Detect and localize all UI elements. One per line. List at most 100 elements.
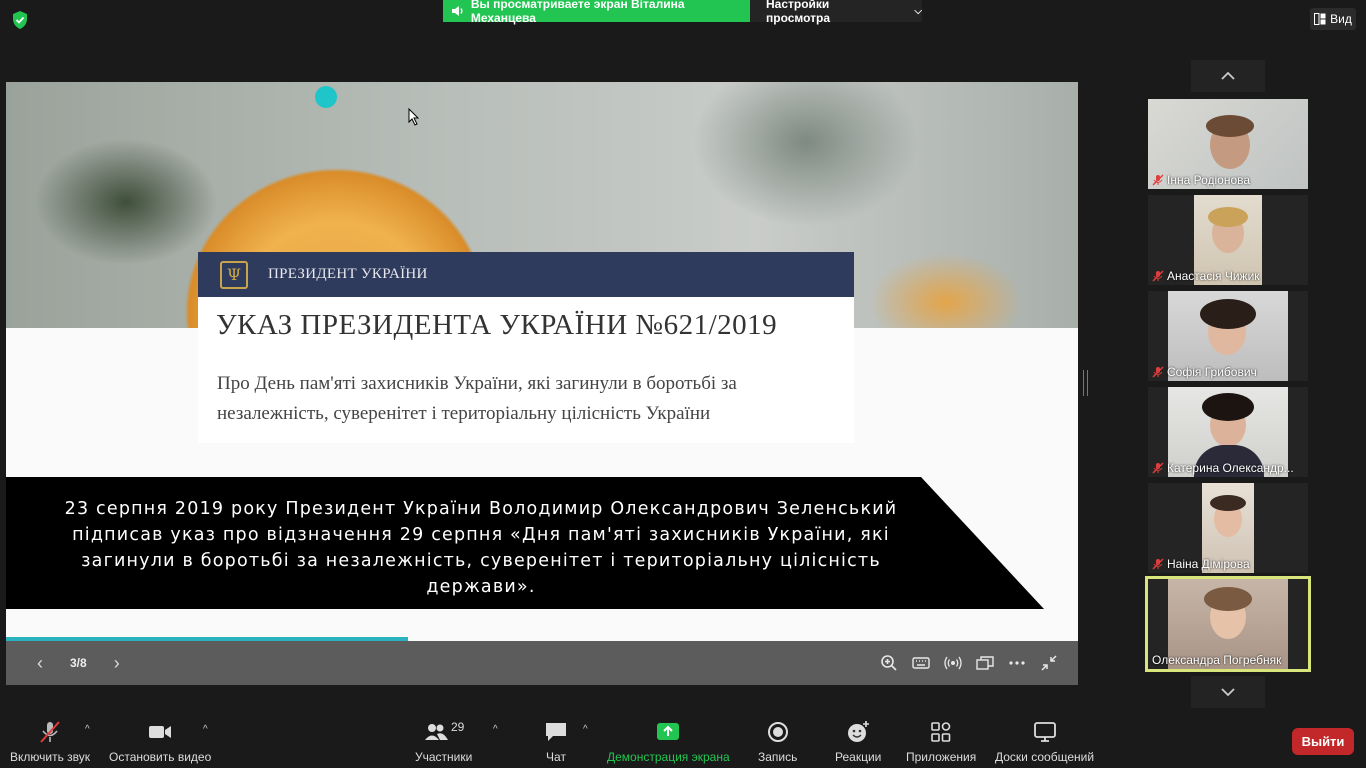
participant-tile[interactable]: Наіна Дімірова bbox=[1148, 483, 1308, 573]
view-options-dropdown[interactable]: Настройки просмотра ⌵ bbox=[750, 0, 922, 25]
unmute-label: Включить звук bbox=[10, 750, 91, 764]
view-options-label: Настройки просмотра bbox=[766, 0, 831, 25]
apps-icon bbox=[931, 722, 951, 742]
participant-name: Наіна Дімірова bbox=[1167, 557, 1250, 571]
audio-options-caret[interactable]: ^ bbox=[85, 724, 90, 735]
stop-video-button[interactable]: Остановить видео bbox=[109, 720, 211, 764]
next-slide-button[interactable]: › bbox=[107, 653, 127, 674]
participant-name-row: Олександра Погребняк bbox=[1152, 653, 1281, 667]
view-button[interactable]: Вид bbox=[1310, 8, 1356, 30]
speaker-icon bbox=[451, 6, 463, 16]
participant-name: Інна Родіонова bbox=[1167, 173, 1251, 187]
record-button[interactable]: Запись bbox=[758, 720, 797, 764]
participants-label: Участники bbox=[415, 750, 473, 764]
participant-hair bbox=[1204, 587, 1252, 611]
participant-name-row: Наіна Дімірова bbox=[1152, 557, 1250, 571]
participant-name: Катерина Олександр... bbox=[1167, 461, 1294, 475]
active-speaker-tile[interactable]: Олександра Погребняк bbox=[1145, 576, 1311, 672]
grid-view-icon bbox=[1314, 13, 1326, 25]
page-indicator: 3/8 bbox=[70, 656, 87, 670]
muted-mic-icon bbox=[1152, 558, 1164, 570]
participant-tile[interactable]: Інна Родіонова bbox=[1148, 99, 1308, 189]
smiley-icon bbox=[848, 721, 870, 742]
participant-hair bbox=[1208, 207, 1248, 227]
chat-options-caret[interactable]: ^ bbox=[583, 724, 588, 735]
participants-button[interactable]: 29 Участники bbox=[415, 720, 472, 764]
participant-name-row: Анастасія Чижик bbox=[1152, 269, 1260, 283]
share-screen-label: Демонстрация экрана bbox=[607, 750, 730, 764]
muted-mic-icon bbox=[1152, 366, 1164, 378]
caption-text: 23 серпня 2019 року Президент України Во… bbox=[64, 499, 898, 597]
mouse-cursor-icon bbox=[408, 108, 420, 126]
slide-control-bar: ‹ 3/8 › bbox=[6, 641, 1078, 685]
share-banner-text: Вы просматриваете экран Віталина Механце… bbox=[470, 0, 685, 25]
decree-subtitle: Про День пам'яті захисників України, які… bbox=[217, 373, 737, 424]
chat-label: Чат bbox=[546, 750, 566, 764]
scroll-up-button[interactable] bbox=[1191, 60, 1265, 92]
participants-count: 29 bbox=[450, 720, 465, 734]
chat-button[interactable]: Чат bbox=[543, 720, 569, 764]
switch-window-icon[interactable] bbox=[976, 654, 994, 672]
decree-card-header: Ψ ПРЕЗИДЕНТ УКРАЇНИ bbox=[198, 252, 854, 297]
presenter-pointer bbox=[315, 86, 337, 108]
share-screen-icon bbox=[657, 723, 680, 740]
participant-name-row: Інна Родіонова bbox=[1152, 173, 1250, 187]
president-label: ПРЕЗИДЕНТ УКРАЇНИ bbox=[268, 266, 428, 282]
record-label: Запись bbox=[758, 750, 798, 764]
chevron-down-icon: ⌵ bbox=[914, 5, 922, 17]
muted-microphone-icon bbox=[40, 721, 60, 743]
share-screen-button[interactable]: Демонстрация экрана bbox=[607, 720, 730, 764]
exit-fullscreen-icon[interactable] bbox=[1040, 654, 1058, 672]
participant-hair bbox=[1206, 115, 1254, 137]
decree-card: УКАЗ ПРЕЗИДЕНТА УКРАЇНИ №621/2019 Про Де… bbox=[198, 297, 854, 443]
participant-hair bbox=[1202, 393, 1254, 421]
record-icon bbox=[767, 722, 788, 742]
slide-tools bbox=[880, 641, 1058, 685]
muted-mic-icon bbox=[1152, 270, 1164, 282]
participant-name: Софія Грибович bbox=[1167, 365, 1257, 379]
scroll-down-button[interactable] bbox=[1191, 676, 1265, 708]
broadcast-icon[interactable] bbox=[944, 654, 962, 672]
reactions-button[interactable]: Реакции bbox=[835, 720, 881, 764]
participant-tile[interactable]: Софія Грибович bbox=[1148, 291, 1308, 381]
video-camera-icon bbox=[149, 726, 172, 738]
chat-bubble-icon bbox=[546, 723, 566, 741]
whiteboards-label: Доски сообщений bbox=[995, 750, 1095, 764]
participant-hair bbox=[1200, 299, 1256, 329]
apps-label: Приложения bbox=[906, 750, 977, 764]
security-shield-icon[interactable] bbox=[10, 10, 30, 30]
chevron-up-icon bbox=[1221, 71, 1235, 80]
reactions-label: Реакции bbox=[835, 750, 882, 764]
stop-video-label: Остановить видео bbox=[109, 750, 212, 764]
muted-mic-icon bbox=[1152, 174, 1164, 186]
chevron-down-icon bbox=[1221, 688, 1235, 697]
whiteboard-icon bbox=[1033, 722, 1056, 742]
participant-name-row: Катерина Олександр... bbox=[1152, 461, 1294, 475]
previous-slide-button[interactable]: ‹ bbox=[30, 653, 50, 674]
leave-meeting-button[interactable]: Выйти bbox=[1292, 728, 1354, 755]
apps-button[interactable]: Приложения bbox=[906, 720, 976, 764]
participant-tile[interactable]: Катерина Олександр... bbox=[1148, 387, 1308, 477]
participants-options-caret[interactable]: ^ bbox=[493, 724, 498, 735]
panel-resize-handle[interactable] bbox=[1083, 370, 1088, 396]
trident-emblem-icon: Ψ bbox=[220, 260, 248, 289]
zoom-in-icon[interactable] bbox=[880, 654, 898, 672]
keyboard-icon[interactable] bbox=[912, 654, 930, 672]
view-button-label: Вид bbox=[1330, 12, 1352, 26]
participant-name: Олександра Погребняк bbox=[1152, 653, 1282, 667]
decree-title: УКАЗ ПРЕЗИДЕНТА УКРАЇНИ №621/2019 bbox=[216, 309, 778, 341]
participants-icon-group: 29 bbox=[423, 720, 464, 750]
shared-screen-slide: Ψ ПРЕЗИДЕНТ УКРАЇНИ УКАЗ ПРЕЗИДЕНТА УКРА… bbox=[6, 82, 1078, 641]
participants-icon bbox=[424, 724, 448, 740]
participant-name-row: Софія Грибович bbox=[1152, 365, 1257, 379]
leave-label: Выйти bbox=[1301, 734, 1345, 749]
participant-tile[interactable]: Анастасія Чижик bbox=[1148, 195, 1308, 285]
whiteboards-button[interactable]: Доски сообщений bbox=[995, 720, 1094, 764]
unmute-button[interactable]: Включить звук bbox=[10, 720, 90, 764]
muted-mic-icon bbox=[1152, 462, 1164, 474]
more-options-icon[interactable] bbox=[1008, 654, 1026, 672]
participant-hair bbox=[1210, 495, 1246, 511]
participant-name: Анастасія Чижик bbox=[1167, 269, 1260, 283]
video-options-caret[interactable]: ^ bbox=[203, 724, 208, 735]
screen-share-banner: Вы просматриваете экран Віталина Механце… bbox=[443, 0, 750, 25]
